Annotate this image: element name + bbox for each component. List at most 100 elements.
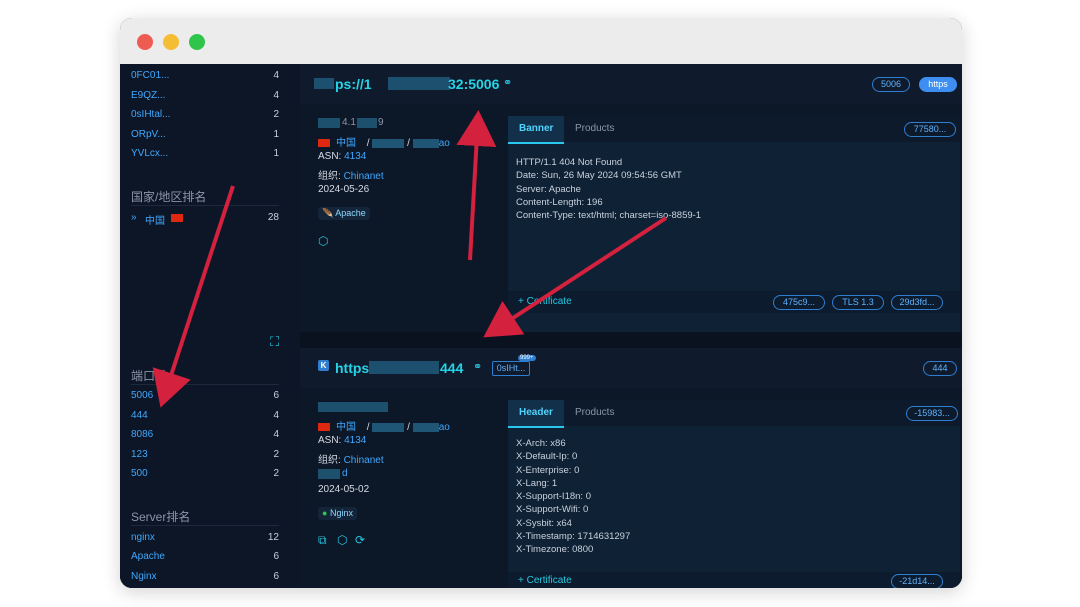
result-url-suffix[interactable]: 32:5006 [448,76,499,92]
port-pill[interactable]: 5006 [872,77,910,92]
k-logo-icon: K [318,360,329,371]
cube-icon[interactable]: ⬡ [337,533,347,547]
sidebar-item-label: 0FC01... [131,70,170,81]
sidebar-item[interactable]: YVLcx... 1 [131,146,279,162]
sidebar-item-label: 123 [131,449,148,460]
port-rank-title: 端口排 [131,369,168,383]
sidebar-item[interactable]: 0sIHtal... 2 [131,107,279,123]
location-line: 中国 / / ao [318,134,450,149]
code-icon[interactable]: ⧉ [318,533,327,548]
certificate-bar: + Certificate 475c9... TLS 1.3 29d3fd... [508,291,960,313]
tab-header[interactable]: Header [508,400,564,428]
server-tag-label: Nginx [329,508,353,518]
tab-products[interactable]: Products [564,116,625,142]
divider [131,205,279,206]
certificate-bar: + Certificate -21d14... [508,572,960,588]
country-link[interactable]: 中国 [336,422,356,433]
result-url-prefix[interactable]: ps://1 [335,76,372,92]
cert-hash-pill[interactable]: -21d14... [891,574,943,588]
minimize-window-button[interactable] [163,34,179,50]
tag-pill[interactable]: 0sIHt... [492,361,530,376]
expand-icon[interactable]: ⛶ [270,334,279,350]
asn-line: ASN: 4134 [318,435,366,446]
server-rank-title: Server排名 [131,510,191,524]
divider [131,384,279,385]
link-icon[interactable]: ⚭ [473,360,482,373]
sidebar-item-server[interactable]: nginx 12 [131,530,279,546]
sidebar-item-port[interactable]: 8086 4 [131,427,279,443]
result-header: ps://1 32:5006 ⚭ 5006 https [300,64,962,104]
sidebar-item[interactable]: ORpV... 1 [131,127,279,143]
cert-hash-pill[interactable]: 29d3fd... [891,295,943,310]
sidebar-item-count: 4 [273,90,279,101]
sidebar-item-count: 4 [273,410,279,421]
redaction-mask [412,422,439,432]
window-titlebar [120,18,962,64]
china-flag-icon [318,423,330,432]
sidebar-item-count: 6 [273,551,279,562]
app-window: 0FC01... 4 E9QZ... 4 0sIHtal... 2 ORpV... 1 … [120,18,962,588]
asn-link[interactable]: 4134 [344,435,366,446]
sidebar-item-port[interactable]: 500 2 [131,466,279,482]
china-flag-icon [171,214,183,222]
tab-bar: Banner Products 77580... [508,116,960,144]
sidebar-item-label: 444 [131,410,148,421]
org-link[interactable]: Chinanet [344,171,384,182]
close-window-button[interactable] [137,34,153,50]
hash-pill[interactable]: 77580... [904,122,956,137]
server-tag-label: Apache [335,208,366,218]
server-tag[interactable]: ● Nginx [318,507,357,520]
date-text: 2024-05-26 [318,184,370,195]
asn-link[interactable]: 4134 [344,151,366,162]
server-tag[interactable]: 🪶 Apache [318,207,370,220]
country-rank-title: 国家/地区排名 [131,190,207,204]
certificate-toggle[interactable]: + Certificate [518,575,572,586]
port-pill[interactable]: 444 [923,361,957,376]
org-link[interactable]: Chinanet [344,455,384,466]
sidebar-item-port[interactable]: 123 2 [131,447,279,463]
refresh-icon[interactable]: ⟳ [355,533,365,547]
sidebar-item[interactable]: 0FC01... 4 [131,68,279,84]
divider [131,525,279,526]
result-url-prefix[interactable]: https [335,360,369,376]
sidebar-item-label: 8086 [131,429,154,440]
sidebar-item-count: 1 [273,129,279,140]
maximize-window-button[interactable] [189,34,205,50]
sidebar-item-server[interactable]: Nginx 6 [131,569,279,585]
redaction-mask [314,78,334,89]
extra-text: d [342,468,348,479]
sidebar-item[interactable]: E9QZ... 4 [131,88,279,104]
sidebar-item-server[interactable]: Apache 6 [131,549,279,565]
tls-version-pill[interactable]: TLS 1.3 [832,295,884,310]
sidebar-item-count: 28 [267,212,279,223]
asn-label: ASN: [318,151,345,162]
link-icon[interactable]: ⚭ [503,76,512,89]
redaction-mask [412,138,439,148]
count-badge: 999+ [518,355,536,361]
country-link[interactable]: 中国 [336,138,356,149]
cert-hash-pill[interactable]: 475c9... [773,295,825,310]
tab-products[interactable]: Products [564,400,625,426]
tab-bar: Header Products -15983... [508,400,960,428]
cube-icon[interactable]: ⬡ [318,234,328,248]
result-url-suffix[interactable]: 444 [440,360,463,376]
city-link[interactable]: ao [439,422,450,433]
result-body: 4.1 9 中国 / / ao ASN: 4134 组织: Chinanet 2… [300,104,962,332]
detail-panel: Header Products -15983... X-Arch: x86 X-… [508,400,960,588]
sidebar-item-count: 2 [273,449,279,460]
sidebar-item-port[interactable]: 5006 6 [131,388,279,404]
tab-banner[interactable]: Banner [508,116,565,144]
city-link[interactable]: ao [439,138,450,149]
nginx-icon: ● [322,508,328,518]
sidebar-item-label: Apache [131,551,165,562]
protocol-pill[interactable]: https [919,77,957,92]
sidebar-item-count: 4 [273,429,279,440]
certificate-toggle[interactable]: + Certificate [518,296,572,307]
hash-pill[interactable]: -15983... [906,406,958,421]
result-body: 中国 / / ao ASN: 4134 组织: Chinanet d 2024-… [300,388,962,588]
china-flag-icon [318,139,330,148]
sidebar-item-country[interactable]: » 中国 28 [131,210,279,227]
app-content: 0FC01... 4 E9QZ... 4 0sIHtal... 2 ORpV... 1 … [120,64,962,588]
sidebar-item-port[interactable]: 444 4 [131,408,279,424]
sidebar-item-count: 12 [267,532,279,543]
